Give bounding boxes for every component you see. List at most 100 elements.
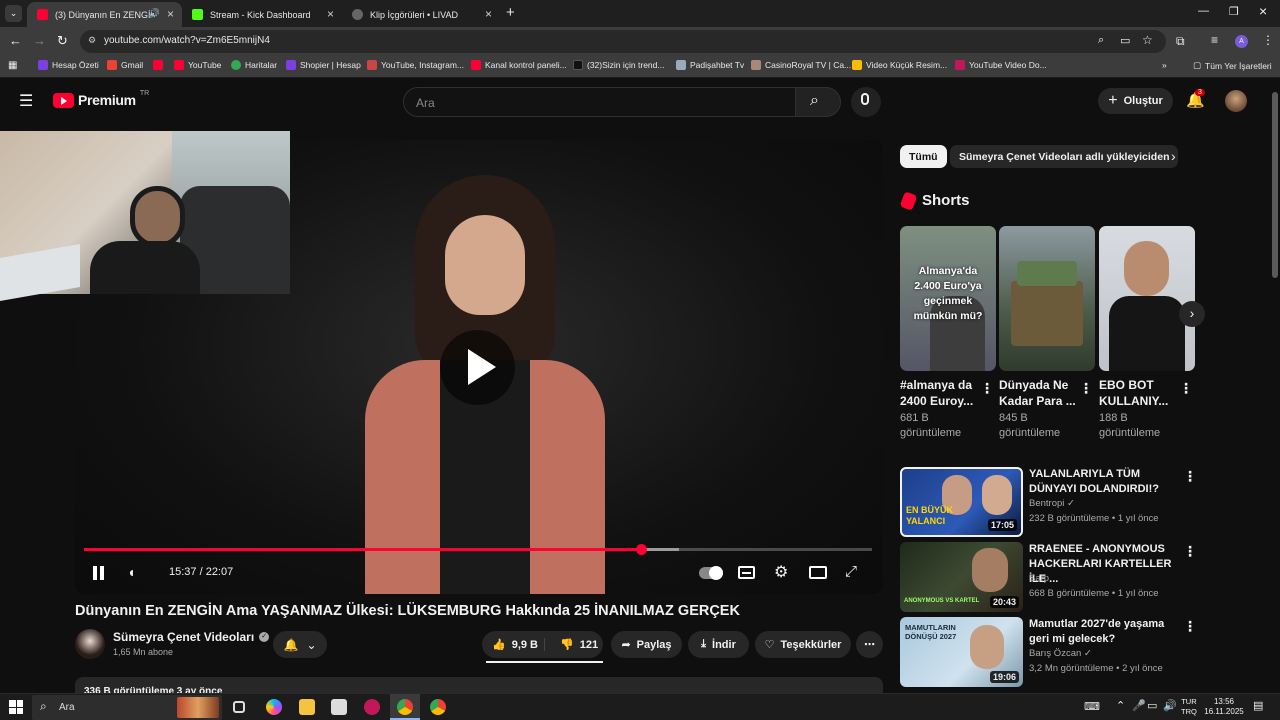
short-title[interactable]: #almanya da 2400 Euroy... <box>900 377 980 409</box>
bookmark-youtube-icon-only[interactable] <box>153 60 163 70</box>
close-window-icon[interactable]: × <box>1259 3 1267 19</box>
fullscreen-button[interactable]: ⤢ <box>845 563 857 580</box>
more-vert-icon[interactable]: ⋮ <box>1179 380 1193 397</box>
notifications-button[interactable]: 🔔 3 <box>1186 89 1205 110</box>
keyboard-layout-icon[interactable]: ⌨ <box>1084 700 1100 713</box>
bookmark-casinoroyal[interactable]: CasinoRoyal TV | Ca... <box>751 60 851 70</box>
more-actions-button[interactable]: ⋯ <box>856 631 883 658</box>
bookmark-youtube[interactable]: YouTube <box>174 60 221 70</box>
share-button[interactable]: ➦ Paylaş <box>611 631 682 658</box>
back-icon[interactable]: ← <box>9 33 22 48</box>
bookmark-youtube-video-do[interactable]: YouTube Video Do... <box>955 60 1047 70</box>
minimize-icon[interactable]: — <box>1198 5 1209 17</box>
mic-tray-icon[interactable]: 🎤 <box>1132 699 1146 712</box>
shorts-next-button[interactable]: › <box>1179 301 1205 327</box>
close-tab-icon[interactable]: × <box>485 7 492 21</box>
bookmark-star-icon[interactable]: ☆ <box>1142 33 1153 47</box>
search-button[interactable]: ⌕ <box>795 87 841 117</box>
close-tab-icon[interactable]: × <box>327 7 334 21</box>
tab-livad[interactable]: Klip İçgörüleri • LIVAD × <box>342 2 500 27</box>
cast-icon[interactable]: ▭ <box>1120 34 1130 47</box>
video-thumbnail[interactable]: EN BÜYÜK YALANCI 17:05 <box>900 467 1023 537</box>
recording-app-icon[interactable] <box>364 699 380 715</box>
volume-button[interactable]: ◖ <box>127 564 135 580</box>
short-thumbnail[interactable] <box>1099 226 1195 371</box>
youtube-premium-logo[interactable]: Premium TR <box>53 90 149 108</box>
short-title[interactable]: Dünyada Ne Kadar Para ... <box>999 377 1079 409</box>
subscribe-notifications-button[interactable]: 🔔 ⌄ <box>273 631 327 658</box>
chip-all[interactable]: Tümü <box>900 145 947 168</box>
volume-tray-icon[interactable]: 🔊 <box>1163 699 1177 712</box>
thanks-button[interactable]: ♡ Teşekkürler <box>755 631 851 658</box>
tab-search-button[interactable]: ⌄ <box>5 5 22 22</box>
video-thumbnail[interactable]: MAMUTLARIN DÖNÜŞÜ 2027 19:06 <box>900 617 1023 687</box>
theater-mode-button[interactable] <box>809 566 827 579</box>
task-view-icon[interactable] <box>233 701 245 713</box>
more-vert-icon[interactable]: ⋮ <box>1079 380 1093 397</box>
bookmark-gmail[interactable]: Gmail <box>107 60 143 70</box>
restore-icon[interactable]: ❐ <box>1229 5 1239 18</box>
bookmark-video-kucuk-resim[interactable]: Video Küçük Resim... <box>852 60 947 70</box>
bookmark-hesap-ozeti[interactable]: Hesap Özeti <box>38 60 99 70</box>
dislike-button[interactable]: 👎 121 <box>551 638 598 652</box>
clock[interactable]: 13:56 16.11.2025 <box>1203 697 1245 717</box>
more-vert-icon[interactable]: ⋮ <box>1183 468 1197 485</box>
speaker-icon[interactable]: 🔊 <box>149 8 160 19</box>
close-tab-icon[interactable]: × <box>167 7 174 21</box>
tab-youtube[interactable]: (3) Dünyanın En ZENGİN Ama 🔊 × <box>27 2 182 27</box>
chips-next-icon[interactable]: › <box>1171 148 1176 164</box>
more-bookmarks-icon[interactable]: » <box>1162 60 1167 70</box>
page-scrollbar[interactable] <box>1272 92 1278 278</box>
profile-avatar[interactable]: A <box>1235 35 1248 48</box>
more-vert-icon[interactable]: ⋮ <box>1183 543 1197 560</box>
search-input[interactable]: Ara <box>403 87 796 117</box>
subtitles-button[interactable] <box>738 566 755 579</box>
more-vert-icon[interactable]: ⋮ <box>1183 618 1197 635</box>
file-explorer-icon[interactable] <box>299 699 315 715</box>
video-thumbnail[interactable]: ANONYMOUS VS KARTEL 20:43 <box>900 542 1023 612</box>
channel-avatar[interactable] <box>75 629 105 659</box>
site-info-icon[interactable]: ⚙ <box>88 35 96 46</box>
account-avatar[interactable] <box>1225 90 1247 112</box>
scrubber-handle[interactable] <box>636 544 648 555</box>
bookmark-kanal-kontrol[interactable]: Kanal kontrol paneli... <box>471 60 567 70</box>
bookmark-youtube-instagram[interactable]: YouTube, Instagram... <box>367 60 464 70</box>
create-button[interactable]: + Oluştur <box>1098 88 1173 114</box>
copilot-icon[interactable] <box>266 699 282 715</box>
chip-from-uploader[interactable]: Sümeyra Çenet Videoları adlı yükleyicide… <box>950 145 1179 168</box>
zoom-icon[interactable]: ⌕ <box>1098 34 1104 47</box>
settings-button[interactable]: ⚙ <box>774 562 788 582</box>
short-thumbnail[interactable] <box>999 226 1095 371</box>
recommended-video[interactable]: MAMUTLARIN DÖNÜŞÜ 2027 19:06 Mamutlar 20… <box>900 617 1197 687</box>
extensions-icon[interactable]: ⧉ <box>1176 34 1185 49</box>
browser-menu-icon[interactable]: ⋮ <box>1262 33 1274 47</box>
tray-overflow-icon[interactable]: ⌃ <box>1116 699 1125 712</box>
bookmark-padisahbet[interactable]: Padişahbet Tv <box>676 60 744 70</box>
new-tab-icon[interactable]: + <box>506 4 515 21</box>
progress-bar[interactable] <box>84 544 872 555</box>
start-windows-icon[interactable] <box>9 700 23 714</box>
microsoft-store-icon[interactable] <box>331 699 347 715</box>
download-button[interactable]: ⤓ İndir <box>688 631 749 658</box>
hamburger-menu-icon[interactable]: ☰ <box>19 91 33 111</box>
url-field[interactable]: ⚙ youtube.com/watch?v=Zm6E5mnijN4 ⌕ ▭ ☆ <box>80 30 1166 53</box>
voice-search-button[interactable] <box>851 87 881 117</box>
chrome-profile-icon[interactable] <box>430 699 446 715</box>
recommended-video[interactable]: ANONYMOUS VS KARTEL 20:43 RRAENEE - ANON… <box>900 542 1197 612</box>
notification-center-icon[interactable]: ▤ <box>1253 699 1263 712</box>
language-indicator[interactable]: TUR TRQ <box>1181 697 1197 717</box>
short-title[interactable]: EBO BOT KULLANIY... <box>1099 377 1179 409</box>
recommended-video[interactable]: EN BÜYÜK YALANCI 17:05 YALANLARIYLA TÜM … <box>900 467 1197 537</box>
forward-icon[interactable]: → <box>33 33 46 48</box>
bookmark-tiktok[interactable]: (32)Sizin için trend... <box>573 60 664 70</box>
bookmark-shopier[interactable]: Shopier | Hesap <box>286 60 361 70</box>
apps-grid-icon[interactable]: ▦ <box>8 60 17 71</box>
like-button[interactable]: 👍 9,9 B <box>482 638 545 651</box>
chrome-taskbar-active[interactable] <box>390 694 420 720</box>
play-overlay-button[interactable] <box>440 330 515 405</box>
all-bookmarks-folder[interactable]: ▢ Tüm Yer İşaretleri <box>1193 60 1272 71</box>
more-vert-icon[interactable]: ⋮ <box>980 380 994 397</box>
taskbar-search[interactable]: ⌕ Ara <box>32 695 222 720</box>
network-icon[interactable]: ▭ <box>1147 699 1157 712</box>
tab-kick[interactable]: Stream - Kick Dashboard × <box>182 2 342 27</box>
